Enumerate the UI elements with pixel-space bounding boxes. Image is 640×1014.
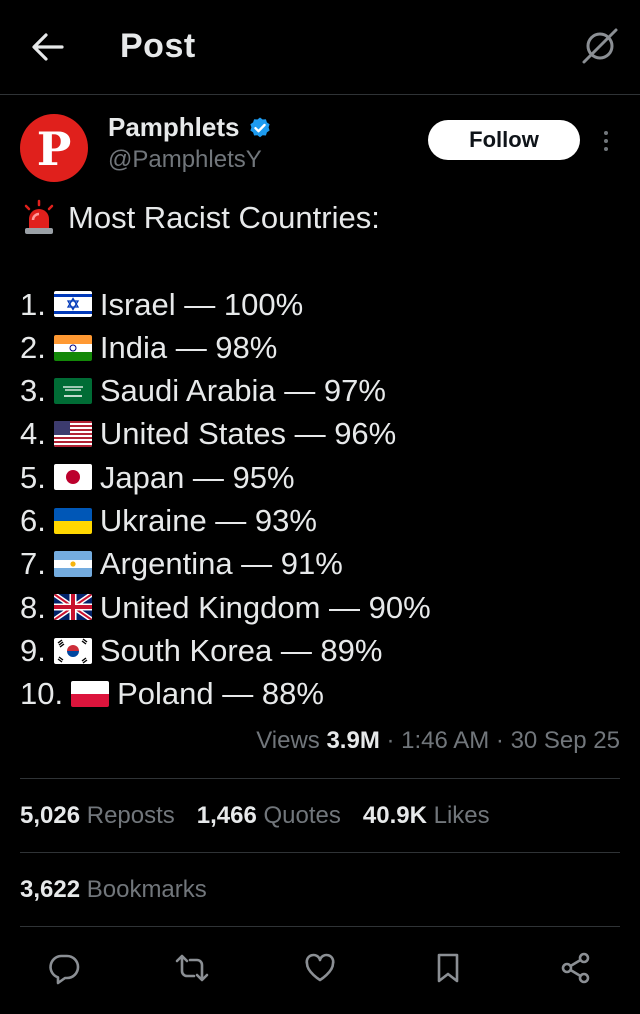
post-heading-line: Most Racist Countries: bbox=[20, 196, 630, 239]
list-item: 7. Argentina — 91% bbox=[20, 546, 343, 582]
list-item: 4. United States — 96% bbox=[20, 416, 397, 452]
top-bar: Post bbox=[0, 0, 640, 95]
action-bar bbox=[0, 948, 640, 988]
list-item: 8. United Kingdom — 90% bbox=[20, 589, 431, 625]
poland-flag bbox=[71, 680, 110, 707]
verified-badge-icon bbox=[249, 117, 270, 137]
share-icon[interactable] bbox=[556, 948, 596, 988]
follow-button[interactable]: Follow bbox=[428, 120, 580, 160]
list-item: 10. Poland — 88% bbox=[20, 676, 324, 712]
grok-icon[interactable] bbox=[580, 26, 620, 66]
author-name[interactable]: Pamphlets bbox=[108, 112, 272, 143]
list-item: 3. Saudi Arabia — 97% bbox=[20, 373, 386, 409]
more-icon[interactable] bbox=[596, 128, 616, 154]
post-text: Most Racist Countries: 1. Israel — 100% … bbox=[20, 196, 630, 716]
list-item: 1. Israel — 100% bbox=[20, 286, 304, 322]
india-flag bbox=[53, 334, 92, 361]
engagement-stats: 5,026 Reposts 1,466 Quotes 40.9K Likes bbox=[20, 802, 490, 830]
repost-icon[interactable] bbox=[172, 948, 212, 988]
author-handle[interactable]: @PamphletsY bbox=[108, 146, 262, 174]
bookmarks-stat[interactable]: 3,622 Bookmarks bbox=[20, 876, 207, 904]
post-date[interactable]: 30 Sep 25 bbox=[511, 727, 620, 754]
post-time[interactable]: 1:46 AM bbox=[401, 727, 489, 754]
list-item: 2. India — 98% bbox=[20, 329, 278, 365]
siren-icon bbox=[24, 199, 54, 234]
ukraine-flag bbox=[53, 507, 92, 534]
reply-icon[interactable] bbox=[44, 948, 84, 988]
argentina-flag bbox=[53, 551, 92, 578]
united-states-flag bbox=[53, 421, 92, 448]
back-arrow-icon[interactable] bbox=[28, 28, 66, 66]
quotes-stat[interactable]: 1,466 Quotes bbox=[197, 802, 341, 830]
united-kingdom-flag bbox=[53, 594, 92, 621]
japan-flag bbox=[53, 464, 92, 491]
divider bbox=[20, 778, 620, 779]
views-count[interactable]: 3.9M bbox=[326, 727, 379, 754]
south-korea-flag bbox=[53, 637, 92, 664]
list-item: 5. Japan — 95% bbox=[20, 459, 295, 495]
bookmark-icon[interactable] bbox=[428, 948, 468, 988]
israel-flag bbox=[53, 291, 92, 318]
reposts-stat[interactable]: 5,026 Reposts bbox=[20, 802, 175, 830]
likes-stat[interactable]: 40.9K Likes bbox=[363, 802, 490, 830]
like-icon[interactable] bbox=[300, 948, 340, 988]
divider bbox=[20, 852, 620, 853]
divider bbox=[20, 926, 620, 927]
list-item: 9. South Korea — 89% bbox=[20, 632, 383, 668]
page-title: Post bbox=[120, 27, 196, 65]
avatar[interactable]: P bbox=[20, 114, 88, 182]
author-name-text: Pamphlets bbox=[108, 112, 240, 142]
post-heading: Most Racist Countries: bbox=[68, 200, 380, 235]
post-meta: Views 3.9M · 1:46 AM · 30 Sep 25 bbox=[256, 727, 620, 754]
saudi-arabia-flag bbox=[53, 377, 92, 404]
list-item: 6. Ukraine — 93% bbox=[20, 503, 317, 539]
